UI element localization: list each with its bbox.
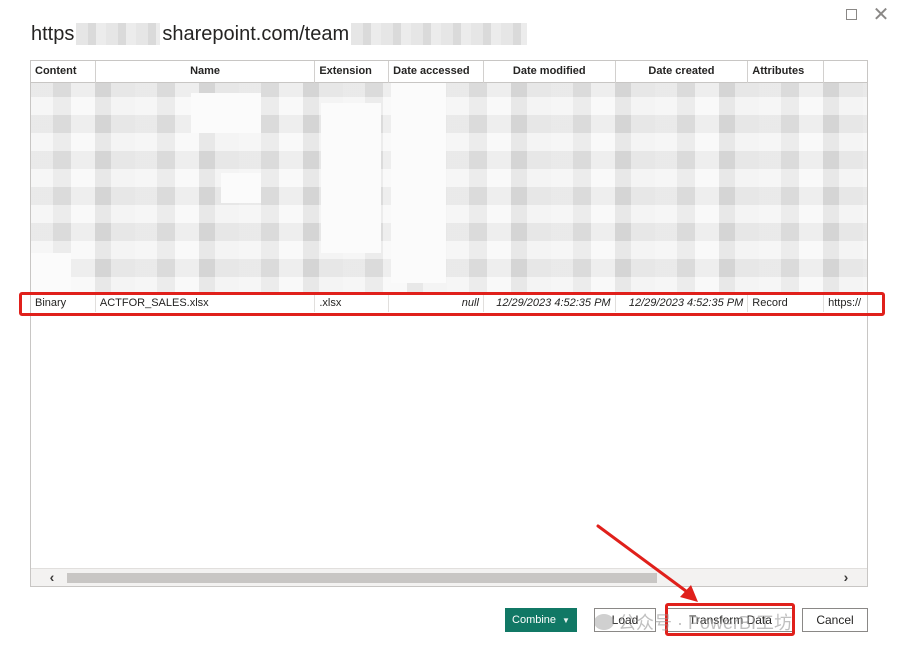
cell-content[interactable]: Binary (31, 294, 96, 312)
column-header-name[interactable]: Name (96, 61, 316, 83)
cell-date-accessed: null (389, 294, 484, 312)
dialog-title: https sharepoint.com/team (31, 20, 528, 48)
table-row[interactable]: Binary ACTFOR_SALES.xlsx .xlsx null 12/2… (31, 294, 867, 312)
table-header: Content Name Extension Date accessed Dat… (31, 61, 867, 83)
column-header-extension[interactable]: Extension (315, 61, 390, 83)
title-prefix: https (31, 22, 75, 45)
column-header-folder-path[interactable] (824, 61, 867, 83)
transform-data-button[interactable]: Transform Data (667, 608, 794, 632)
scrollbar-thumb[interactable] (67, 573, 657, 583)
cell-attributes[interactable]: Record (748, 294, 825, 312)
maximize-icon[interactable] (840, 4, 862, 26)
cell-date-created: 12/29/2023 4:52:35 PM (616, 294, 749, 312)
combine-label: Combine (512, 614, 557, 626)
close-icon[interactable]: ✕ (870, 4, 892, 26)
file-preview-table: Content Name Extension Date accessed Dat… (30, 60, 868, 587)
horizontal-scrollbar[interactable]: ‹ › (31, 568, 867, 586)
load-button[interactable]: Load (594, 608, 656, 632)
combine-button[interactable]: Combine ▼ (505, 608, 577, 632)
redacted-rows (31, 83, 867, 295)
cell-name: ACTFOR_SALES.xlsx (96, 294, 316, 312)
redacted-text (76, 23, 161, 45)
chevron-right-icon[interactable]: › (835, 569, 857, 586)
title-url: sharepoint.com/team (162, 22, 350, 45)
column-header-date-modified[interactable]: Date modified (484, 61, 616, 83)
column-header-date-created[interactable]: Date created (616, 61, 749, 83)
cell-date-modified: 12/29/2023 4:52:35 PM (484, 294, 616, 312)
redacted-text (351, 23, 528, 45)
column-header-content[interactable]: Content (31, 61, 96, 83)
cell-extension: .xlsx (315, 294, 390, 312)
cancel-button[interactable]: Cancel (802, 608, 868, 632)
caret-down-icon[interactable]: ▼ (562, 616, 570, 625)
column-header-attributes[interactable]: Attributes (748, 61, 825, 83)
cell-folder-path: https:// (828, 297, 862, 309)
column-header-date-accessed[interactable]: Date accessed (389, 61, 484, 83)
chevron-left-icon[interactable]: ‹ (41, 569, 63, 586)
